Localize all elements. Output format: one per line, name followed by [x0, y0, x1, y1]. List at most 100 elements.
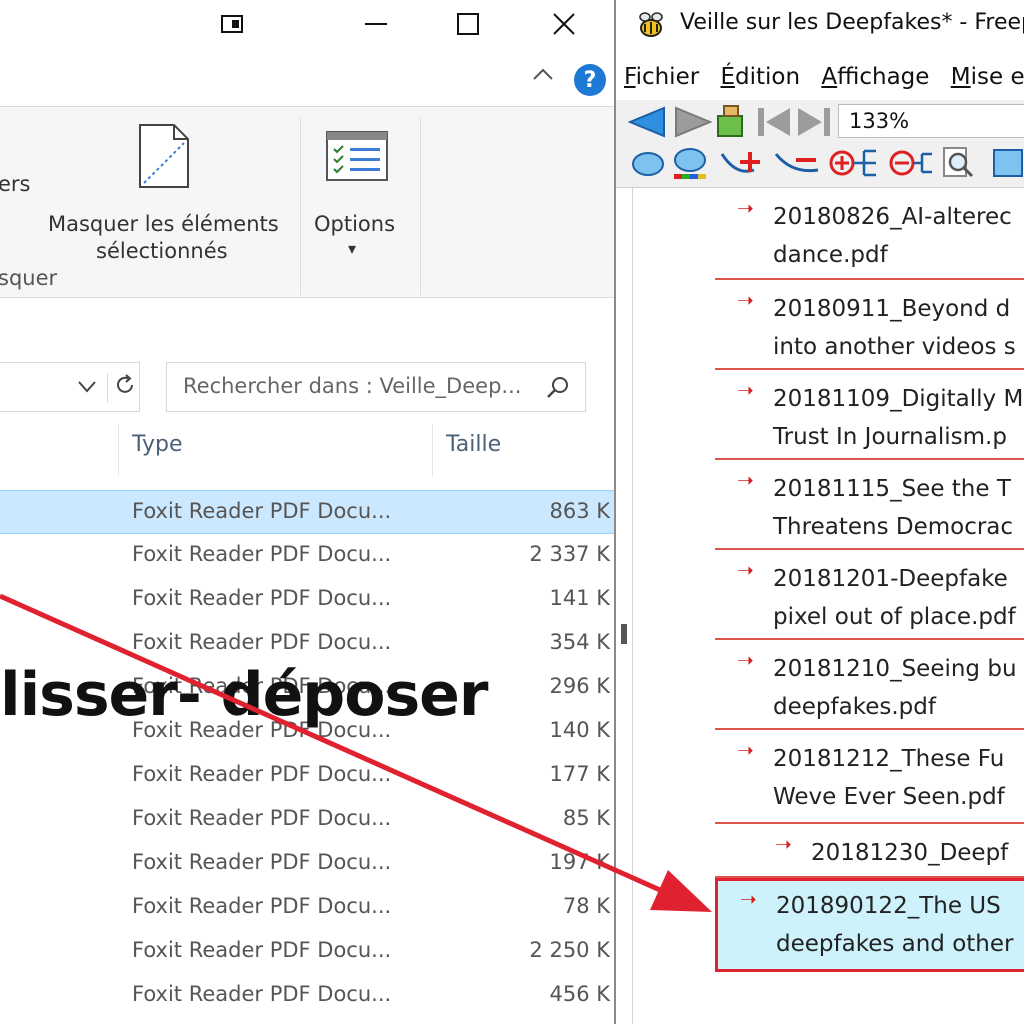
- mind-map-node[interactable]: ➝ 20181212_These Fu Weve Ever Seen.pdf: [715, 730, 1024, 824]
- chevron-down-icon: ▾: [348, 239, 357, 258]
- file-row[interactable]: Foxit Reader PDF Docu... 141 K: [0, 578, 614, 622]
- search-icon[interactable]: [545, 375, 571, 405]
- ribbon-group-label: squer: [0, 266, 58, 290]
- search-input[interactable]: Rechercher dans : Veille_Deep...: [166, 362, 586, 412]
- add-connector-icon[interactable]: [720, 146, 766, 184]
- mind-map-node[interactable]: ➝ 20181201-Deepfake pixel out of place.pdf: [715, 550, 1024, 640]
- snap-icon[interactable]: [208, 0, 256, 48]
- file-row[interactable]: Foxit Reader PDF Docu... 78 K: [0, 886, 614, 930]
- zoom-field[interactable]: 133%: [838, 104, 1024, 138]
- file-row[interactable]: Foxit Reader PDF Docu... 2 250 K: [0, 930, 614, 974]
- menu-mnemonic: F: [624, 64, 636, 90]
- chevron-down-icon[interactable]: [77, 379, 97, 398]
- cloud-color-icon[interactable]: [670, 146, 710, 184]
- file-size: 177 K: [549, 762, 610, 786]
- file-row[interactable]: Foxit Reader PDF Docu... 863 K: [0, 490, 614, 534]
- mind-map-node-drop-target[interactable]: ➝ 201890122_The US deepfakes and other: [715, 878, 1024, 972]
- file-type: Foxit Reader PDF Docu...: [132, 850, 392, 874]
- menu-label: dition: [735, 64, 801, 90]
- ribbon-separator: [300, 117, 301, 295]
- menu-mnemonic: M: [950, 64, 971, 90]
- node-text-line: 20181210_Seeing bu: [773, 656, 1017, 682]
- file-size: 141 K: [549, 586, 610, 610]
- node-text-line: 20181201-Deepfake: [773, 566, 1008, 592]
- menu-label: ise en: [970, 64, 1024, 90]
- search-icon[interactable]: [942, 146, 976, 184]
- node-text: 20181115_See the T Threatens Democrac: [773, 470, 1013, 546]
- back-icon[interactable]: [627, 106, 668, 142]
- file-type: Foxit Reader PDF Docu...: [132, 630, 392, 654]
- mind-map-node[interactable]: ➝ 20181115_See the T Threatens Democrac: [715, 460, 1024, 550]
- node-text-line: Threatens Democrac: [773, 514, 1014, 540]
- column-header-size[interactable]: Taille: [446, 432, 501, 457]
- file-type: Foxit Reader PDF Docu...: [132, 762, 392, 786]
- mind-map-node[interactable]: ➝ 20180826_AI-alterec dance.pdf: [715, 188, 1024, 280]
- node-text-line: 20181109_Digitally M: [773, 386, 1024, 412]
- maximize-button[interactable]: [444, 0, 492, 48]
- file-type: Foxit Reader PDF Docu...: [132, 542, 392, 566]
- hide-selected-button[interactable]: Masquer les éléments sélectionnés: [44, 121, 284, 263]
- column-separator[interactable]: [118, 424, 119, 476]
- menu-fichier[interactable]: Fichier: [624, 64, 699, 90]
- collapse-handle-icon[interactable]: [621, 624, 627, 644]
- link-arrow-icon: ➝: [737, 558, 754, 582]
- window-title: Veille sur les Deepfakes* - Freep: [680, 10, 1024, 35]
- node-text: 20181109_Digitally M Trust In Journalism.…: [773, 380, 1023, 456]
- first-page-icon[interactable]: [756, 106, 792, 142]
- expand-node-icon[interactable]: [828, 146, 878, 184]
- node-text: 20180911_Beyond d into another videos s: [773, 290, 1016, 366]
- file-size: 2 337 K: [529, 542, 610, 566]
- file-size: 296 K: [549, 674, 610, 698]
- export-icon[interactable]: [992, 146, 1024, 184]
- node-text: 20181201-Deepfake pixel out of place.pdf: [773, 560, 1016, 636]
- close-button[interactable]: [540, 0, 588, 48]
- forward-icon[interactable]: [672, 106, 713, 142]
- menu-mise-en-forme[interactable]: Mise en: [951, 64, 1024, 90]
- options-icon: [326, 131, 388, 185]
- file-size: 78 K: [562, 894, 610, 918]
- help-icon[interactable]: ?: [574, 64, 606, 96]
- file-row[interactable]: Foxit Reader PDF Docu... 177 K: [0, 754, 614, 798]
- mind-map-node[interactable]: ➝ 20181230_Deepf: [715, 824, 1024, 878]
- menu-mnemonic: É: [720, 64, 736, 90]
- mind-map-node[interactable]: ➝ 20180911_Beyond d into another videos s: [715, 280, 1024, 370]
- file-size: 354 K: [549, 630, 610, 654]
- menu-label: ffichage: [837, 64, 930, 90]
- mind-map-canvas[interactable]: ➝ 20180826_AI-alterec dance.pdf ➝ 20180911_B…: [621, 188, 1024, 1024]
- refresh-icon[interactable]: [107, 373, 137, 403]
- file-type: Foxit Reader PDF Docu...: [132, 982, 392, 1006]
- file-row[interactable]: Foxit Reader PDF Docu... 456 K: [0, 974, 614, 1018]
- last-page-icon[interactable]: [796, 106, 832, 142]
- cloud-icon[interactable]: [630, 148, 666, 182]
- node-text-line: 20180826_AI-alterec: [773, 204, 1012, 230]
- menu-label: ichier: [635, 64, 700, 90]
- menu-edition[interactable]: Édition: [720, 64, 800, 90]
- hide-selected-label-2: sélectionnés: [96, 239, 228, 263]
- node-text: 20180826_AI-alterec dance.pdf: [773, 198, 1012, 274]
- collapse-node-icon[interactable]: [888, 146, 932, 184]
- file-row[interactable]: Foxit Reader PDF Docu... 2 337 K: [0, 534, 614, 578]
- navigate-icon[interactable]: [714, 104, 748, 144]
- minimize-button[interactable]: [352, 0, 400, 48]
- menu-affichage[interactable]: Affichage: [821, 64, 929, 90]
- node-text-line: Trust In Journalism.p: [773, 424, 1007, 450]
- link-arrow-icon: ➝: [737, 648, 754, 672]
- menu-bar: Fichier Édition Affichage Mise en: [624, 64, 1024, 90]
- options-button[interactable]: Options ▾: [310, 121, 410, 261]
- file-explorer-window: ? ers Masquer les éléments sélectionnés …: [0, 0, 614, 1024]
- remove-connector-icon[interactable]: [774, 146, 820, 184]
- ribbon-collapse-icon[interactable]: [532, 66, 554, 85]
- node-text: 201890122_The US deepfakes and other: [776, 887, 1014, 963]
- node-text-line: pixel out of place.pdf: [773, 604, 1016, 630]
- column-separator[interactable]: [432, 424, 433, 476]
- ribbon: ers Masquer les éléments sélectionnés sq…: [0, 106, 614, 298]
- mind-map-node[interactable]: ➝ 20181109_Digitally M Trust In Journalism…: [715, 370, 1024, 460]
- node-text-line: 20181115_See the T: [773, 476, 1011, 502]
- file-row[interactable]: Foxit Reader PDF Docu... 85 K: [0, 798, 614, 842]
- file-size: 2 250 K: [529, 938, 610, 962]
- address-bar[interactable]: [0, 362, 140, 412]
- link-arrow-icon: ➝: [775, 832, 792, 856]
- column-header-type[interactable]: Type: [132, 432, 183, 457]
- file-row[interactable]: Foxit Reader PDF Docu... 197 K: [0, 842, 614, 886]
- mind-map-node[interactable]: ➝ 20181210_Seeing bu deepfakes.pdf: [715, 640, 1024, 730]
